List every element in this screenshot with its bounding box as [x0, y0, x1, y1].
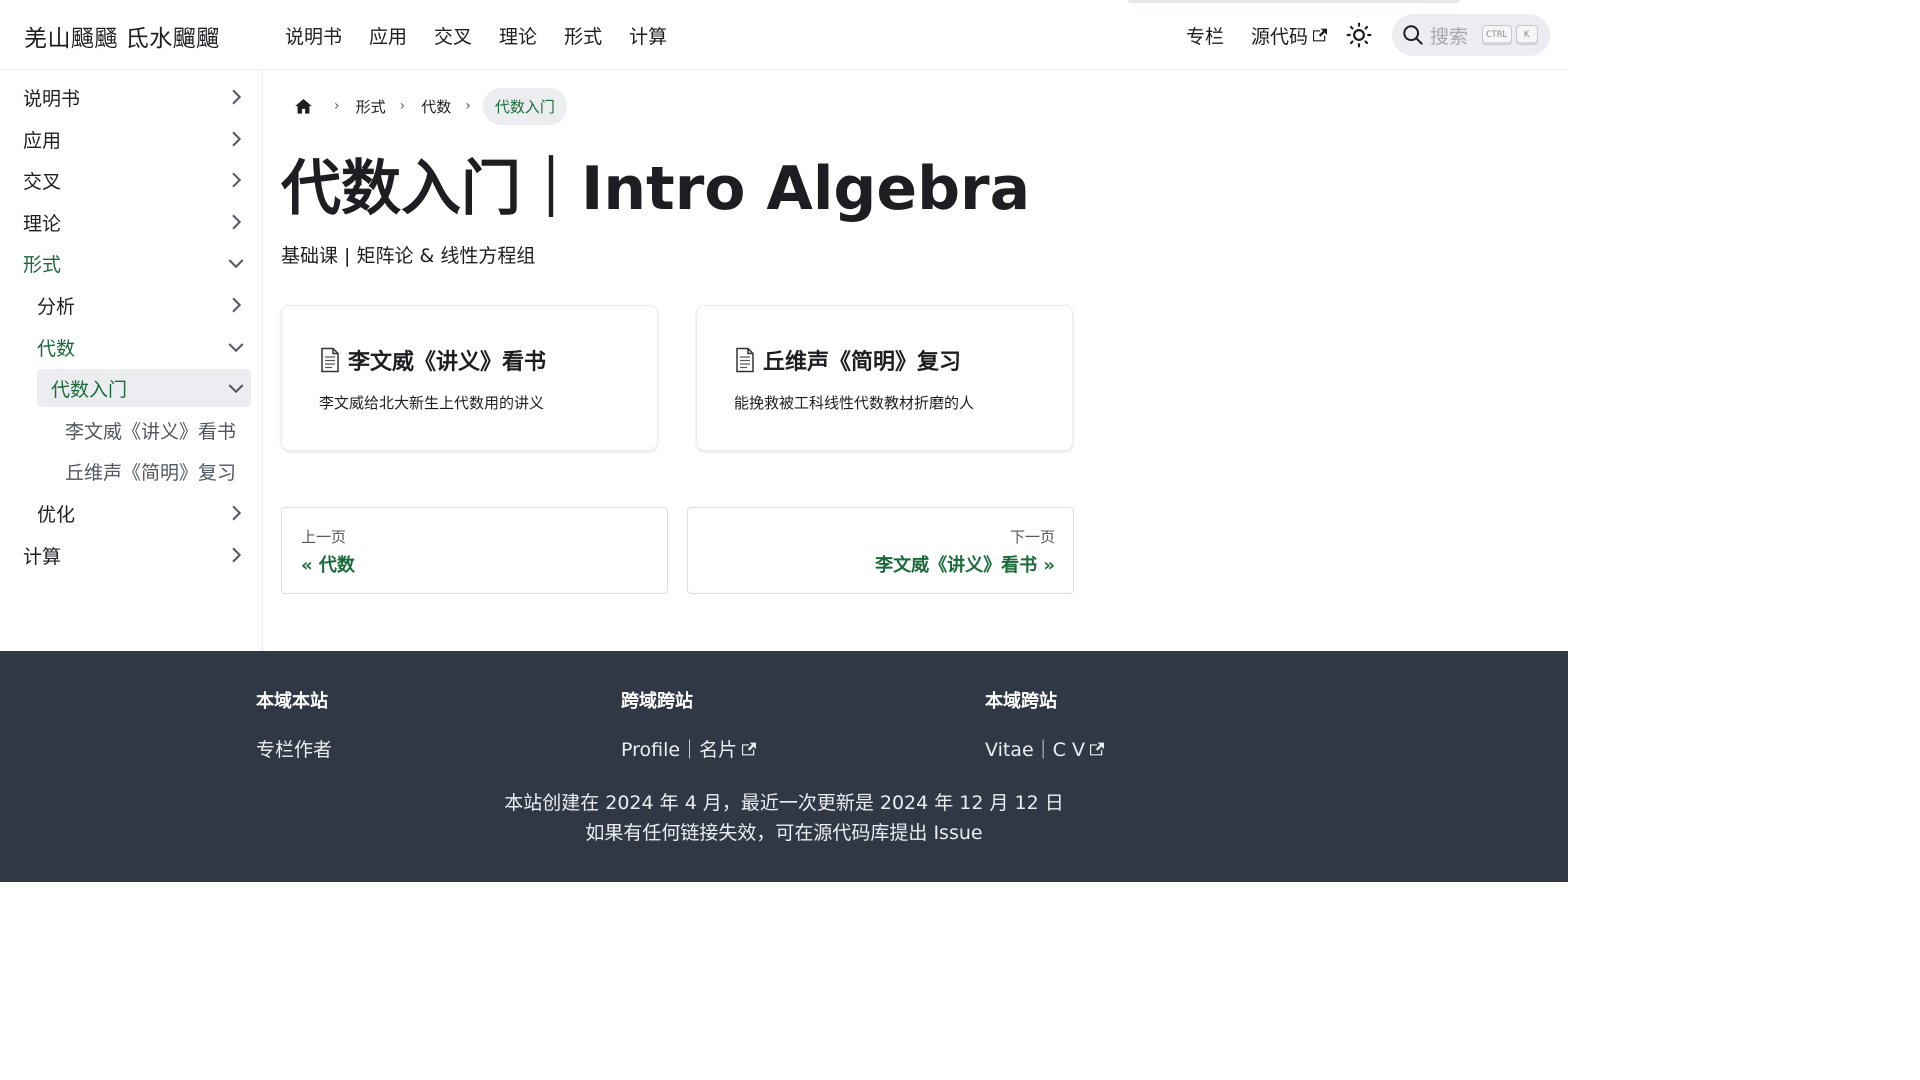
pager-next-sublabel: 下一页	[1009, 528, 1055, 546]
nav-link-manual[interactable]: 说明书	[285, 22, 342, 49]
page-title: 代数入门｜Intro Algebra	[281, 154, 1031, 224]
footer-link-profile[interactable]: Profile｜名片	[621, 735, 757, 762]
nav-links: 说明书 应用 交叉 理论 形式 计算	[285, 22, 694, 49]
sidebar-item-label: 李文威《讲义》看书	[65, 420, 237, 443]
breadcrumb-home[interactable]	[286, 89, 320, 123]
sidebar-item-label: 计算	[23, 545, 62, 568]
chevron-right-icon	[232, 547, 242, 563]
chevron-right-icon	[232, 89, 242, 105]
pager-prev-sublabel: 上一页	[301, 528, 347, 546]
nav-link-cross[interactable]: 交叉	[434, 22, 472, 49]
sidebar-item-label: 理论	[23, 212, 62, 235]
sidebar-item-label: 交叉	[23, 170, 62, 193]
breadcrumb: › 形式 › 代数 › 代数入门	[286, 87, 567, 125]
breadcrumb-separator: ›	[399, 98, 406, 114]
theme-toggle-button[interactable]	[1344, 20, 1374, 50]
sidebar-item-label: 丘维声《简明》复习	[65, 461, 237, 484]
sidebar: 说明书 应用 交叉 理论 形式 分析 代数 代数入门 李文威《讲义》看书 丘维声…	[0, 70, 263, 651]
nav-right-links: 专栏 源代码	[1186, 22, 1328, 49]
sidebar-item-li-wenwei[interactable]: 李文威《讲义》看书	[52, 411, 251, 449]
sidebar-item-label: 说明书	[23, 87, 81, 110]
search-icon	[1403, 25, 1423, 45]
footer-link-cv[interactable]: Vitae｜C V	[985, 735, 1104, 762]
sun-icon	[1346, 22, 1372, 48]
chevron-right-icon	[232, 505, 242, 521]
footer-col-title-local-cross: 本域跨站	[985, 691, 1057, 712]
search-box[interactable]: 搜索 CTRL K	[1392, 14, 1550, 56]
card-title: 丘维声《简明》复习	[733, 344, 961, 376]
pager-next-button[interactable]: 下一页 李文威《讲义》看书 »	[687, 507, 1074, 594]
doc-card-li-wenwei[interactable]: 李文威《讲义》看书 李文威给北大新生上代数用的讲义	[281, 305, 658, 451]
nav-link-column[interactable]: 专栏	[1186, 22, 1224, 49]
chevron-right-icon	[232, 131, 242, 147]
copyright-line-2: 如果有任何链接失效，可在源代码库提出 Issue	[585, 822, 983, 844]
document-icon	[736, 347, 754, 373]
card-title: 李文威《讲义》看书	[318, 344, 546, 376]
site-brand[interactable]: 羌山颾颾 氐水飀飀	[24, 19, 220, 53]
sidebar-item-label: 分析	[37, 295, 76, 318]
sidebar-item-qiu-weisheng[interactable]: 丘维声《简明》复习	[52, 452, 251, 490]
home-icon	[294, 98, 312, 114]
card-title-text: 丘维声《简明》复习	[763, 350, 962, 375]
sidebar-item-optimization[interactable]: 优化	[24, 494, 251, 532]
nav-link-formal[interactable]: 形式	[564, 22, 602, 49]
chevron-down-icon	[228, 384, 244, 394]
chevron-right-icon	[232, 297, 242, 313]
external-link-icon	[742, 742, 757, 756]
sidebar-item-cross[interactable]: 交叉	[8, 161, 251, 199]
chevron-down-icon	[228, 343, 244, 353]
external-link-icon	[1089, 742, 1104, 756]
copyright-line-1: 本站创建在 2024 年 4 月，最近一次更新是 2024 年 12 月 12 …	[504, 792, 1064, 814]
sidebar-item-formal[interactable]: 形式	[8, 244, 251, 282]
nav-link-theory[interactable]: 理论	[499, 22, 537, 49]
document-icon	[321, 347, 339, 373]
breadcrumb-separator: ›	[465, 98, 471, 114]
sidebar-item-intro-algebra[interactable]: 代数入门	[37, 369, 251, 407]
nav-link-compute[interactable]: 计算	[629, 22, 667, 49]
sidebar-item-applications[interactable]: 应用	[8, 120, 251, 158]
card-description: 李文威给北大新生上代数用的讲义	[319, 394, 545, 412]
footer: 本域本站 专栏作者 跨域跨站 Profile｜名片 本域跨站 Vitae｜C V…	[0, 651, 1568, 882]
external-link-icon	[1313, 28, 1328, 42]
sidebar-item-theory[interactable]: 理论	[8, 203, 251, 241]
nav-link-source-label: 源代码	[1251, 26, 1309, 48]
sidebar-item-label: 代数	[37, 337, 76, 360]
footer-col-title-cross: 跨域跨站	[621, 691, 693, 712]
sidebar-item-analysis[interactable]: 分析	[24, 286, 251, 324]
sidebar-item-compute[interactable]: 计算	[8, 536, 251, 574]
sidebar-item-label: 应用	[23, 129, 62, 152]
breadcrumb-current: 代数入门	[482, 87, 567, 125]
chevron-right-icon	[232, 172, 242, 188]
footer-link-author[interactable]: 专栏作者	[256, 735, 332, 762]
doc-card-qiu-weisheng[interactable]: 丘维声《简明》复习 能挽救被工科线性代数教材折磨的人	[696, 305, 1073, 451]
breadcrumb-algebra[interactable]: 代数	[421, 96, 451, 117]
pager-next-label: 李文威《讲义》看书 »	[875, 555, 1055, 576]
navbar: 羌山颾颾 氐水飀飀 说明书 应用 交叉 理论 形式 计算 专栏 源代码 搜索 C…	[0, 0, 1568, 70]
pager-prev-button[interactable]: 上一页 « 代数	[281, 507, 668, 594]
footer-link-profile-label: Profile｜名片	[621, 739, 738, 761]
footer-link-cv-label: Vitae｜C V	[985, 739, 1085, 761]
sidebar-item-algebra[interactable]: 代数	[24, 328, 251, 366]
breadcrumb-formal[interactable]: 形式	[356, 96, 386, 117]
page-subtitle: 基础课 | 矩阵论 & 线性方程组	[281, 245, 536, 267]
kbd-k: K	[1515, 25, 1538, 45]
nav-link-source[interactable]: 源代码	[1251, 22, 1328, 49]
footer-copyright: 本站创建在 2024 年 4 月，最近一次更新是 2024 年 12 月 12 …	[0, 788, 1568, 848]
sidebar-item-label: 形式	[23, 253, 62, 276]
chevron-right-icon	[232, 214, 242, 230]
card-description: 能挽救被工科线性代数教材折磨的人	[734, 394, 975, 412]
breadcrumb-separator: ›	[334, 98, 340, 114]
chevron-down-icon	[228, 259, 244, 269]
footer-col-title-local: 本域本站	[256, 691, 328, 712]
sidebar-item-manual[interactable]: 说明书	[8, 78, 251, 116]
top-scroll-hint	[1128, 0, 1460, 3]
card-title-text: 李文威《讲义》看书	[348, 350, 547, 375]
kbd-ctrl: CTRL	[1482, 25, 1512, 45]
sidebar-item-label: 代数入门	[51, 378, 128, 401]
sidebar-item-label: 优化	[37, 503, 76, 526]
search-placeholder: 搜索	[1430, 25, 1469, 48]
pager-prev-label: « 代数	[301, 555, 355, 576]
nav-link-applications[interactable]: 应用	[369, 22, 407, 49]
